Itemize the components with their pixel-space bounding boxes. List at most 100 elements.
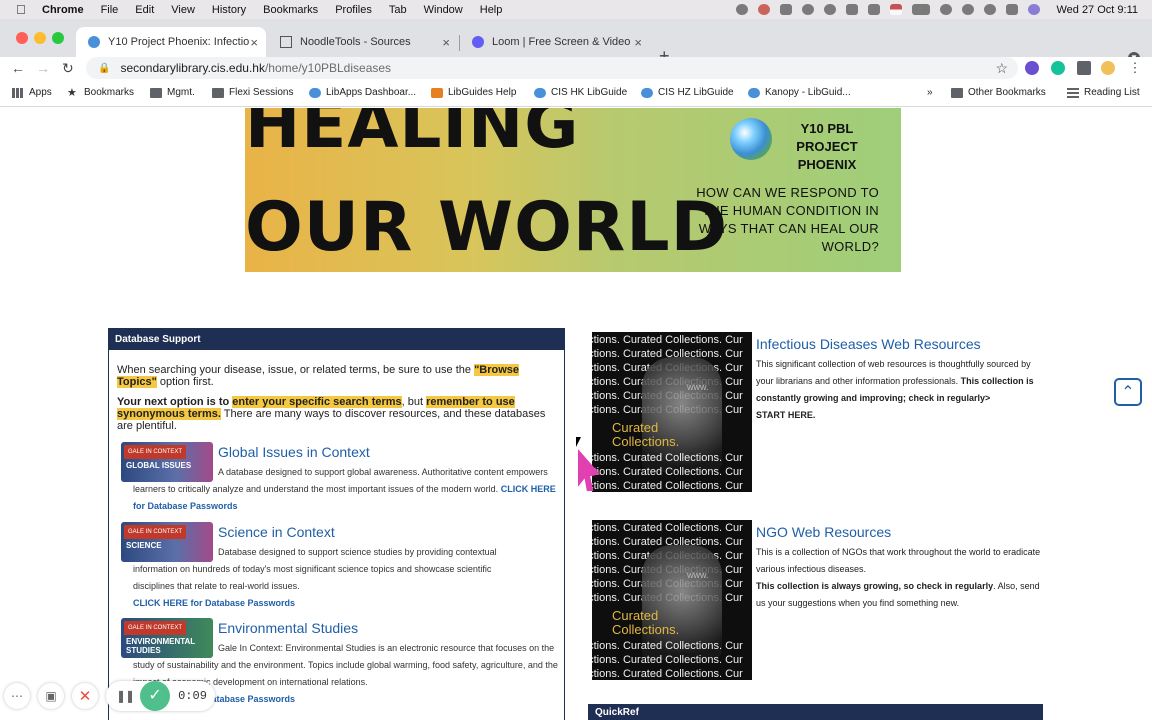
banner-pbl-line2: PROJECT PHOENIX — [796, 139, 858, 172]
bookmark-mgmt[interactable]: Mgmt. — [150, 87, 195, 98]
tab-loom[interactable]: Loom | Free Screen & Video Re × — [460, 27, 650, 57]
close-window-icon[interactable] — [16, 32, 28, 44]
extension-icon[interactable] — [1025, 61, 1039, 75]
database-description: Database designed to support science stu… — [133, 544, 518, 612]
bookmarks-overflow-chevron[interactable]: » — [927, 87, 933, 98]
database-title-link[interactable]: Global Issues in Context — [218, 445, 370, 459]
menu-app-name[interactable]: Chrome — [42, 4, 84, 16]
cloud-icon — [309, 87, 321, 98]
user-icon[interactable] — [962, 4, 975, 15]
database-title-link[interactable]: Science in Context — [218, 525, 335, 539]
reload-icon[interactable]: ↻ — [62, 60, 74, 77]
collections-text: ections. Curated Collections. Cur — [592, 522, 743, 534]
close-tab-icon[interactable]: × — [442, 35, 450, 50]
close-tab-icon[interactable]: × — [634, 35, 642, 50]
menu-tab[interactable]: Tab — [389, 4, 407, 16]
bookmark-star-icon[interactable]: ☆ — [995, 60, 1008, 77]
database-title-link[interactable]: Environmental Studies — [218, 621, 358, 635]
collections-text: ections. Curated Collections. Cur — [592, 640, 743, 652]
panel-heading: Database Support — [109, 329, 564, 350]
tab-strip: Y10 Project Phoenix: Infectious × Noodle… — [0, 19, 1152, 66]
minimize-window-icon[interactable] — [34, 32, 46, 44]
back-icon[interactable]: ← — [11, 60, 25, 76]
search-icon[interactable] — [984, 4, 997, 15]
cast-icon[interactable] — [780, 4, 793, 15]
bookmark-label: CIS HZ LibGuide — [658, 87, 734, 98]
close-tab-icon[interactable]: × — [250, 35, 258, 50]
play-icon[interactable] — [802, 4, 815, 15]
menu-history[interactable]: History — [212, 4, 246, 16]
bookmark-apps[interactable]: Apps — [12, 87, 52, 98]
bookmark-libapps[interactable]: LibApps Dashboar... — [309, 87, 416, 98]
wifi-icon[interactable] — [940, 4, 953, 15]
forward-icon[interactable]: → — [36, 60, 50, 76]
bookmark-flexi-sessions[interactable]: Flexi Sessions — [212, 87, 293, 98]
collections-highlight: Collections. — [612, 622, 680, 637]
curated-collections-image[interactable]: ections. Curated Collections. Cur ection… — [592, 332, 752, 492]
menu-bookmarks[interactable]: Bookmarks — [263, 4, 318, 16]
record-icon[interactable] — [758, 4, 771, 15]
resource-description: This is a collection of NGOs that work t… — [756, 544, 1044, 612]
tip-highlight: enter your specific search terms — [232, 396, 402, 408]
zoom-window-icon[interactable] — [52, 32, 64, 44]
tab-project-phoenix[interactable]: Y10 Project Phoenix: Infectious × — [76, 27, 266, 57]
bookmark-bookmarks[interactable]: ★ Bookmarks — [67, 87, 134, 98]
pause-icon[interactable]: ❚❚ — [116, 689, 135, 703]
url-glyph: www. — [687, 570, 709, 580]
bookmark-cis-hz[interactable]: CIS HZ LibGuide — [641, 87, 734, 98]
resource-description: This significant collection of web resou… — [756, 356, 1044, 424]
lock-icon[interactable]: 🔒 — [98, 63, 110, 74]
banner-pbl: Y10 PBL PROJECT PHOENIX — [769, 120, 885, 174]
grammarly-icon[interactable] — [1051, 61, 1065, 75]
menu-profiles[interactable]: Profiles — [335, 4, 372, 16]
flag-icon[interactable] — [890, 4, 903, 15]
time-machine-icon[interactable] — [824, 4, 837, 15]
menu-file[interactable]: File — [101, 4, 119, 16]
volume-icon[interactable] — [846, 4, 859, 15]
mic-icon[interactable] — [736, 4, 749, 15]
bookmark-cis-hk[interactable]: CIS HK LibGuide — [534, 87, 627, 98]
collections-text: ections. Curated Collections. Cur — [592, 668, 743, 680]
bookmark-label: Kanopy - LibGuid... — [765, 87, 851, 98]
banner-pbl-line1: Y10 PBL — [800, 121, 854, 136]
reading-list[interactable]: Reading List — [1067, 87, 1140, 98]
menu-help[interactable]: Help — [480, 4, 503, 16]
database-item-science: GALE IN CONTEXT SCIENCE Science in Contex… — [121, 522, 556, 618]
noodletools-icon — [280, 36, 292, 48]
collections-text: ections. Curated Collections. Cur — [592, 654, 743, 666]
bluetooth-icon[interactable] — [868, 4, 881, 15]
address-bar[interactable]: 🔒 secondarylibrary.cis.edu.hk/home/y10PB… — [86, 57, 1018, 79]
collections-text: ections. Curated Collections. Cur — [592, 466, 743, 478]
tip-text: , but — [401, 396, 427, 408]
url-glyph: www. — [687, 382, 709, 392]
ngo-resources-link[interactable]: NGO Web Resources — [756, 524, 891, 540]
siri-icon[interactable] — [1028, 4, 1041, 15]
infectious-diseases-resources-link[interactable]: Infectious Diseases Web Resources — [756, 336, 981, 352]
tip-text: When searching your disease, issue, or r… — [117, 364, 475, 376]
tab-noodletools[interactable]: NoodleTools - Sources × — [268, 27, 458, 57]
tip-text: option first. — [156, 376, 214, 388]
more-options-icon[interactable]: ⋯ — [4, 683, 30, 709]
menu-edit[interactable]: Edit — [135, 4, 154, 16]
libguides-help-icon — [431, 87, 443, 98]
battery-icon[interactable] — [912, 4, 931, 15]
scroll-to-top-button[interactable]: ⌃ — [1114, 378, 1142, 406]
password-link[interactable]: CLICK HERE for Database Passwords — [133, 598, 295, 608]
cancel-recording-icon[interactable]: ✕ — [72, 683, 98, 709]
menubar-clock[interactable]: Wed 27 Oct 9:11 — [1056, 4, 1138, 16]
menu-window[interactable]: Window — [424, 4, 463, 16]
bookmark-other[interactable]: Other Bookmarks — [951, 87, 1046, 98]
recording-timer: 0:09 — [178, 689, 207, 703]
menu-view[interactable]: View — [171, 4, 195, 16]
bookmark-kanopy[interactable]: Kanopy - LibGuid... — [748, 87, 851, 98]
database-item-global-issues: GALE IN CONTEXT GLOBAL ISSUES Global Issu… — [121, 442, 556, 522]
control-center-icon[interactable] — [1006, 4, 1019, 15]
apple-icon[interactable]:  — [16, 2, 30, 17]
profile-avatar-icon[interactable] — [1101, 61, 1115, 75]
bookmark-libguides-help[interactable]: LibGuides Help — [431, 87, 516, 98]
puzzle-icon[interactable] — [1077, 61, 1091, 75]
curated-collections-image[interactable]: ections. Curated Collections. Cur ection… — [592, 520, 752, 680]
kebab-menu-icon[interactable]: ⋮ — [1128, 61, 1142, 75]
camera-toggle-icon[interactable]: ▣ — [38, 683, 64, 709]
finish-recording-icon[interactable]: ✓ — [140, 681, 171, 711]
